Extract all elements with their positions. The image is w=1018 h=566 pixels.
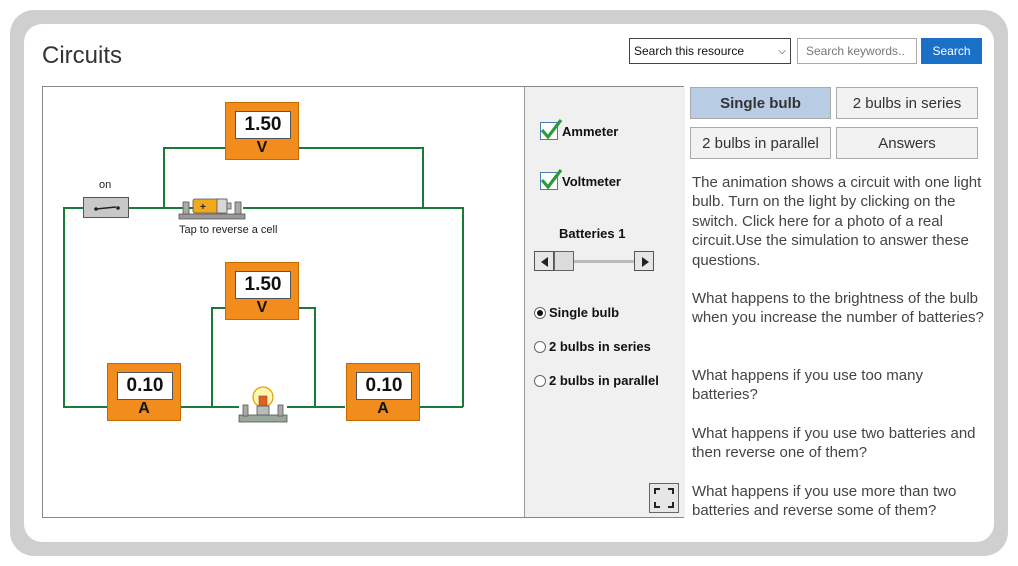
radio-button[interactable]: [534, 306, 546, 319]
wire: [163, 147, 165, 209]
wire: [163, 147, 225, 149]
radio-series[interactable]: 2 bulbs in series: [534, 339, 651, 354]
voltmeter-checkbox[interactable]: [540, 169, 563, 190]
ammeter-right: 0.10 A: [346, 363, 420, 421]
question-3: What happens if you use two batteries an…: [692, 425, 976, 462]
meter-unit: A: [377, 400, 389, 417]
circuit-simulation[interactable]: on + Tap to reverse a cell 1.50 V 1.50 V…: [42, 86, 685, 518]
search-input[interactable]: Search keywords..: [797, 38, 917, 64]
tab-2-bulbs-series[interactable]: 2 bulbs in series: [836, 87, 978, 119]
slider-right-button[interactable]: [634, 251, 654, 271]
question-2: What happens if you use too many batteri…: [692, 367, 923, 404]
fullscreen-icon: [654, 488, 674, 508]
arrow-left-icon: [541, 257, 548, 267]
search-placeholder: Search keywords..: [806, 44, 905, 58]
wire: [462, 207, 464, 407]
wire: [243, 207, 463, 209]
tab-answers[interactable]: Answers: [836, 127, 978, 159]
batteries-label: Batteries 1: [559, 226, 626, 241]
wire: [314, 307, 316, 407]
wire: [211, 307, 225, 309]
meter-value: 1.50: [235, 271, 291, 299]
wire: [63, 207, 83, 209]
control-panel: Ammeter Voltmeter Batteries 1 Single bul…: [524, 87, 685, 517]
slider-left-button[interactable]: [534, 251, 554, 271]
ammeter-checkbox[interactable]: [540, 119, 563, 140]
bulb: [237, 385, 289, 425]
wire: [422, 147, 424, 209]
wire: [63, 406, 107, 408]
battery-cell[interactable]: +: [177, 196, 247, 222]
tab-2-bulbs-parallel[interactable]: 2 bulbs in parallel: [690, 127, 831, 159]
meter-value: 1.50: [235, 111, 291, 139]
radio-button[interactable]: [534, 340, 546, 353]
voltmeter-label: Voltmeter: [562, 173, 621, 189]
radio-single-bulb[interactable]: Single bulb: [534, 305, 619, 320]
checkmark-icon: [540, 169, 563, 190]
light-bulb-icon: [238, 386, 288, 423]
checkmark-icon: [540, 119, 563, 140]
battery-icon: +: [178, 198, 246, 220]
radio-label: 2 bulbs in parallel: [549, 373, 659, 388]
batteries-slider[interactable]: [534, 251, 656, 273]
meter-value: 0.10: [117, 372, 173, 400]
wire: [419, 406, 463, 408]
slider-thumb[interactable]: [554, 251, 574, 271]
meter-value: 0.10: [356, 372, 412, 400]
ammeter-left: 0.10 A: [107, 363, 181, 421]
search-scope-value: Search this resource: [634, 44, 745, 58]
intro-paragraph: The animation shows a circuit with one l…: [692, 174, 982, 269]
tab-single-bulb[interactable]: Single bulb: [690, 87, 831, 119]
wire: [297, 147, 423, 149]
ammeter-checkbox-row[interactable]: Ammeter: [540, 119, 619, 140]
chevron-down-icon: ⌵: [778, 45, 786, 57]
cell-hint: Tap to reverse a cell: [179, 224, 278, 236]
meter-unit: A: [138, 400, 150, 417]
radio-parallel[interactable]: 2 bulbs in parallel: [534, 373, 659, 388]
fullscreen-button[interactable]: [649, 483, 679, 513]
intro-text: The animation shows a circuit with one l…: [692, 173, 984, 270]
search-scope-select[interactable]: Search this resource ⌵: [629, 38, 791, 64]
wire: [297, 307, 315, 309]
voltmeter-checkbox-row[interactable]: Voltmeter: [540, 169, 621, 190]
question-4: What happens if you use more than two ba…: [692, 483, 957, 520]
radio-label: Single bulb: [549, 305, 620, 320]
switch-lever-icon: [94, 206, 120, 211]
meter-unit: V: [256, 299, 268, 316]
wire: [181, 406, 239, 408]
ammeter-label: Ammeter: [562, 123, 619, 139]
radio-label: 2 bulbs in series: [549, 339, 651, 354]
switch-label: on: [99, 179, 112, 191]
voltmeter-bulb: 1.50 V: [225, 262, 299, 320]
voltmeter-top: 1.50 V: [225, 102, 299, 160]
radio-button[interactable]: [534, 374, 546, 387]
svg-text:+: +: [200, 202, 206, 213]
page-title: Circuits: [42, 42, 123, 69]
wire: [287, 406, 345, 408]
question-1: What happens to the brightness of the bu…: [692, 290, 984, 327]
wire: [63, 207, 65, 407]
wire: [211, 307, 213, 407]
switch[interactable]: [83, 197, 129, 218]
search-button[interactable]: Search: [921, 38, 982, 64]
arrow-right-icon: [642, 257, 649, 267]
meter-unit: V: [256, 139, 268, 156]
